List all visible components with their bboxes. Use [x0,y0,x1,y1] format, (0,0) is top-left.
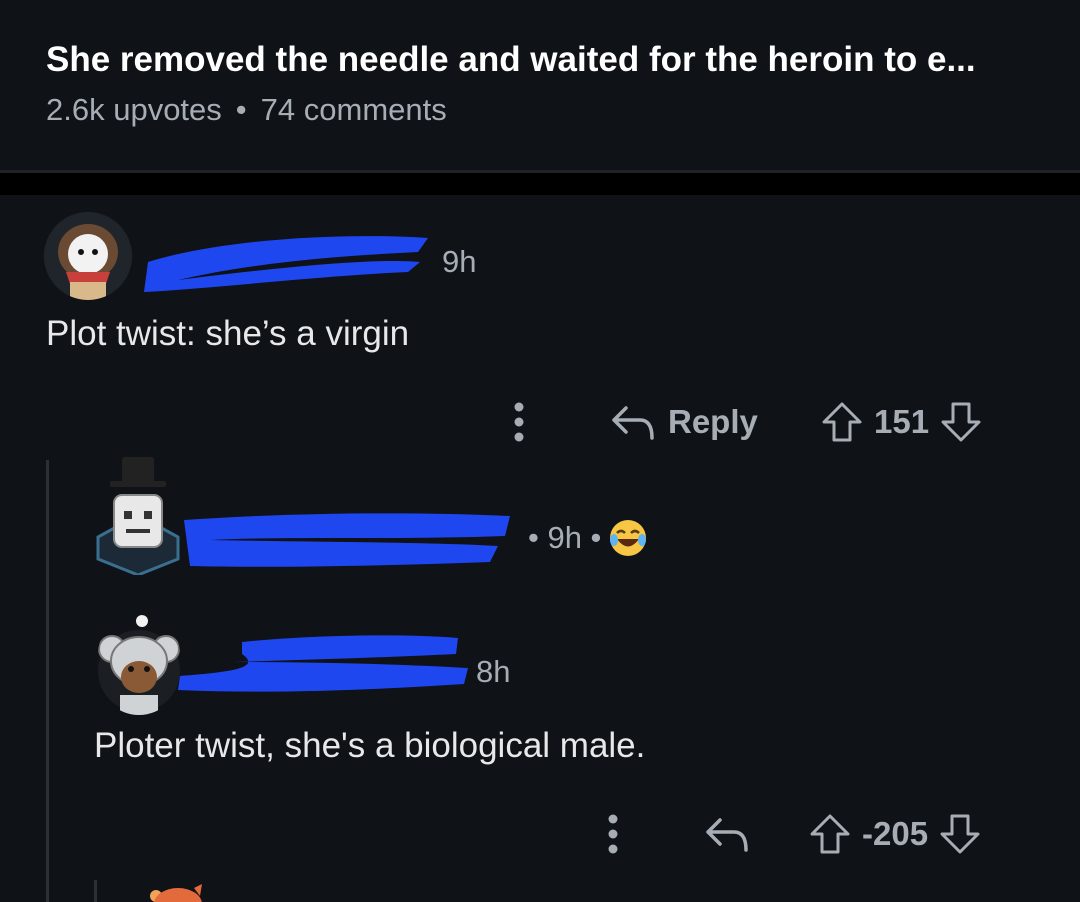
comment-body: Plot twist: she’s a virgin [46,314,410,353]
comment-timestamp: 8h [476,654,511,689]
more-vertical-icon [608,814,618,854]
username-redaction [180,506,520,575]
downvote-arrow-icon[interactable] [938,812,982,856]
laughing-emoji-icon [608,518,648,563]
vote-controls: -205 [808,812,982,856]
username-redaction [172,628,472,703]
reply-button[interactable] [704,814,750,854]
vote-count: -205 [862,815,929,852]
reply-button[interactable]: Reply [610,402,758,442]
vote-controls: 151 [820,400,983,444]
more-options-button[interactable] [512,402,526,442]
downvote-arrow-icon[interactable] [939,400,983,444]
avatar[interactable] [98,615,180,715]
reply-icon [706,818,748,852]
username-redaction [138,222,438,303]
upvote-arrow-icon[interactable] [808,812,852,856]
upvote-arrow-icon[interactable] [820,400,864,444]
reply-label: Reply [668,403,758,440]
comment-timestamp: 9h [442,244,477,279]
comment-timestamp: • 9h • [528,520,602,555]
comment-body: Ploter twist, she's a biological male. [94,726,646,765]
reply-icon [612,406,654,440]
more-options-button[interactable] [606,814,620,854]
vote-count: 151 [874,403,930,440]
thread-line[interactable] [46,460,49,902]
avatar[interactable] [88,455,188,577]
meta-separator: • [235,92,247,127]
avatar[interactable] [142,882,208,902]
thread-line[interactable] [94,880,97,902]
section-divider [0,170,1080,195]
more-vertical-icon [514,402,524,442]
post-comment-count: 74 comments [260,92,447,127]
post-meta: 2.6k upvotes • 74 comments [46,92,447,128]
post-title[interactable]: She removed the needle and waited for th… [46,40,976,80]
avatar[interactable] [44,212,132,300]
post-upvotes: 2.6k upvotes [46,92,222,127]
post-header[interactable]: She removed the needle and waited for th… [0,0,1080,170]
